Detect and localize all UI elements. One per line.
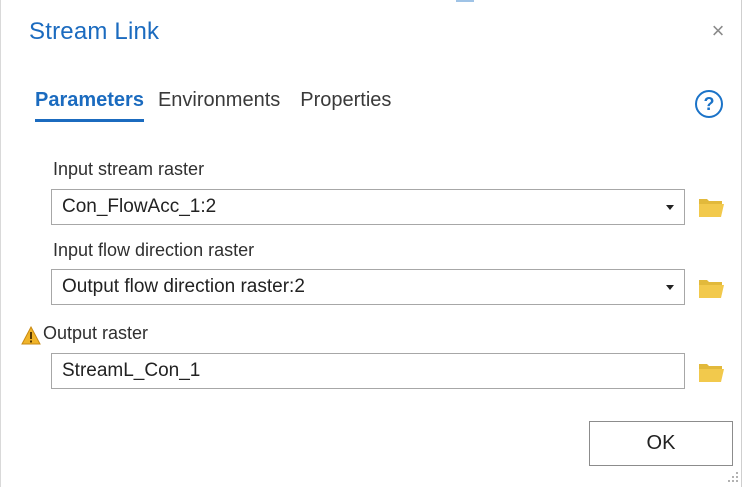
- chevron-down-icon[interactable]: [666, 205, 674, 210]
- ok-button[interactable]: OK: [589, 421, 733, 466]
- dialog-title: Stream Link: [29, 18, 160, 45]
- input-flow-direction-raster-label: Input flow direction raster: [53, 240, 255, 260]
- tab-environments[interactable]: Environments: [158, 89, 280, 122]
- warning-icon: [21, 326, 41, 345]
- help-icon[interactable]: ?: [695, 90, 723, 118]
- output-raster-label: Output raster: [43, 323, 149, 343]
- folder-open-icon[interactable]: [698, 196, 725, 218]
- folder-open-icon[interactable]: [698, 277, 725, 299]
- stream-link-dialog: Stream Link × Parameters Environments Pr…: [0, 0, 742, 487]
- input-flow-direction-raster-combo[interactable]: Output flow direction raster:2: [51, 269, 685, 305]
- tab-bar: Parameters Environments Properties: [35, 89, 411, 122]
- output-raster-input[interactable]: StreamL_Con_1: [51, 353, 685, 389]
- tab-parameters[interactable]: Parameters: [35, 89, 144, 122]
- input-stream-raster-label: Input stream raster: [53, 159, 205, 179]
- output-raster-value: StreamL_Con_1: [62, 360, 201, 381]
- folder-open-icon[interactable]: [698, 361, 725, 383]
- close-icon[interactable]: ×: [705, 18, 731, 44]
- tab-properties[interactable]: Properties: [300, 89, 391, 122]
- input-stream-raster-combo[interactable]: Con_FlowAcc_1:2: [51, 189, 685, 225]
- resize-grip-icon[interactable]: [727, 471, 739, 483]
- input-flow-direction-raster-value: Output flow direction raster:2: [62, 276, 305, 297]
- chevron-down-icon[interactable]: [666, 285, 674, 290]
- input-stream-raster-value: Con_FlowAcc_1:2: [62, 196, 217, 217]
- window-top-accent: [456, 0, 474, 2]
